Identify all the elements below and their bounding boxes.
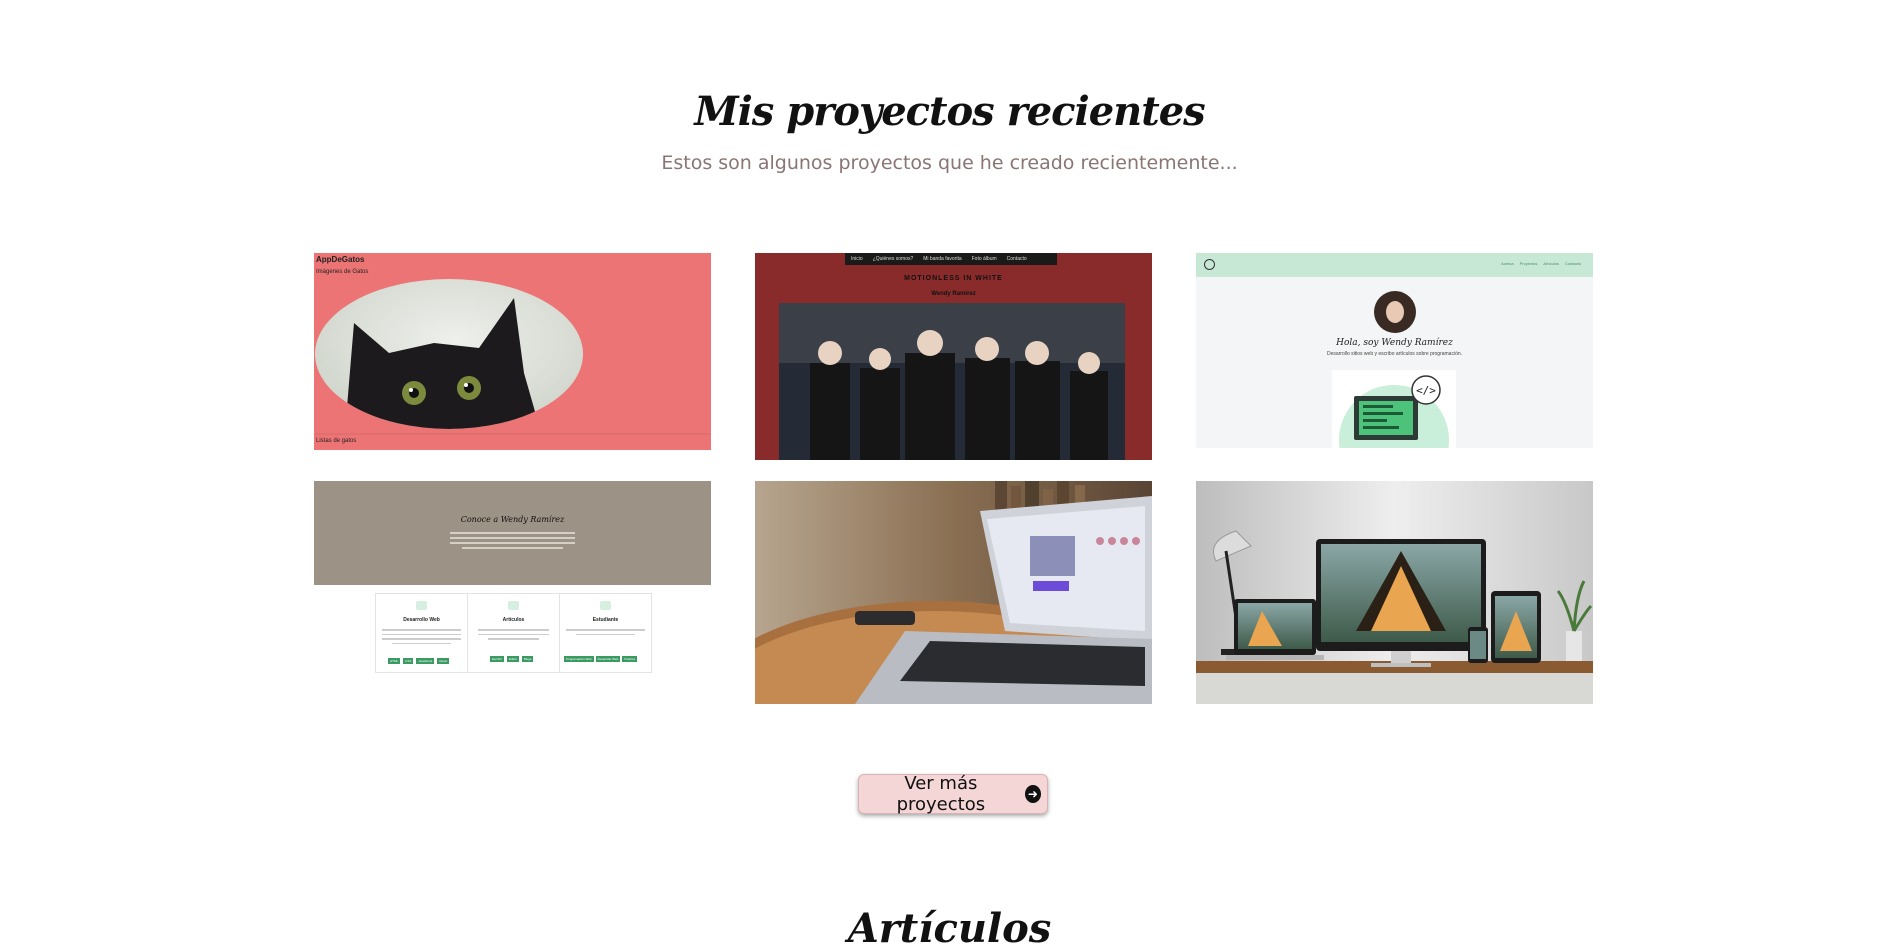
nav-item: Proyectos — [1519, 261, 1538, 266]
skill-card-title: Estudiante — [592, 617, 619, 623]
project-thumbnail-laptop[interactable] — [755, 481, 1152, 704]
skill-tag: React — [437, 658, 450, 664]
logo-icon — [1204, 259, 1215, 270]
portfolio-description: Desarrollo sitios web y escribo artículo… — [1326, 351, 1463, 357]
project-thumbnail-portfolio[interactable]: Acerca Proyectos Artículos Contacto Hola… — [1196, 253, 1593, 448]
nav-item: Contacto — [1564, 261, 1581, 266]
skill-tag: Escribir — [490, 656, 505, 662]
cat-photo-icon — [314, 279, 711, 435]
skill-tag: HTML — [388, 658, 401, 664]
skill-card-title: Artículos — [502, 617, 525, 623]
section-title: Mis proyectos recientes — [694, 88, 1205, 135]
skill-tag: Desarrollo Web — [595, 656, 621, 662]
nav-item: Artículos — [1543, 261, 1559, 266]
about-text-lines — [450, 529, 575, 557]
skill-tag: Práctica — [622, 656, 638, 662]
skill-card: Artículos Escribir Editar Blogs — [468, 594, 560, 672]
skill-tag: Editar — [507, 656, 519, 662]
skill-tag: Blogs — [521, 656, 534, 662]
nav-item: Acerca — [1501, 261, 1514, 266]
responsive-devices-photo-icon — [1196, 481, 1593, 704]
project-thumbnail-band[interactable]: Inicio ¿Quiénes somos? Mi banda favorita… — [755, 253, 1152, 460]
avatar — [1374, 291, 1416, 333]
band-photo-icon — [779, 303, 1125, 460]
more-projects-label: Ver más proyectos — [896, 773, 986, 815]
svg-text:</>: </> — [1416, 384, 1436, 397]
skill-card: Estudiante Programación Web Desarrollo W… — [560, 594, 651, 672]
portfolio-heading: Hola, soy Wendy Ramírez — [1336, 338, 1453, 348]
about-heading: Conoce a Wendy Ramírez — [460, 515, 565, 524]
skill-tag: Programación Web — [564, 656, 594, 662]
code-illustration-icon: </> — [1332, 370, 1456, 448]
skills-cards: Desarrollo Web HTML CSS JavaScript React… — [375, 593, 652, 673]
more-projects-button[interactable]: Ver más proyectos ➜ — [858, 773, 1048, 815]
project-thumbnail-devices[interactable] — [1196, 481, 1593, 704]
project-nav: Acerca Proyectos Artículos Contacto — [1501, 261, 1581, 266]
project-thumbnail-about[interactable]: Conoce a Wendy Ramírez Desarrollo Web HT… — [314, 481, 711, 675]
skill-card: Desarrollo Web HTML CSS JavaScript React — [376, 594, 468, 672]
project-thumbnail-appdegatos[interactable]: AppDeGatos Imágenes de Gatos Listas de g… — [314, 253, 711, 450]
laptop-photo-icon — [755, 481, 1152, 704]
project-footer: Listas de gatos — [316, 438, 357, 444]
skill-card-title: Desarrollo Web — [403, 617, 440, 623]
skill-tag: JavaScript — [416, 658, 435, 664]
next-section-title: Artículos — [847, 905, 1052, 952]
arrow-right-circle-icon: ➜ — [1024, 785, 1041, 803]
section-subtitle: Estos son algunos proyectos que he cread… — [661, 152, 1238, 174]
skill-tag: CSS — [403, 658, 414, 664]
